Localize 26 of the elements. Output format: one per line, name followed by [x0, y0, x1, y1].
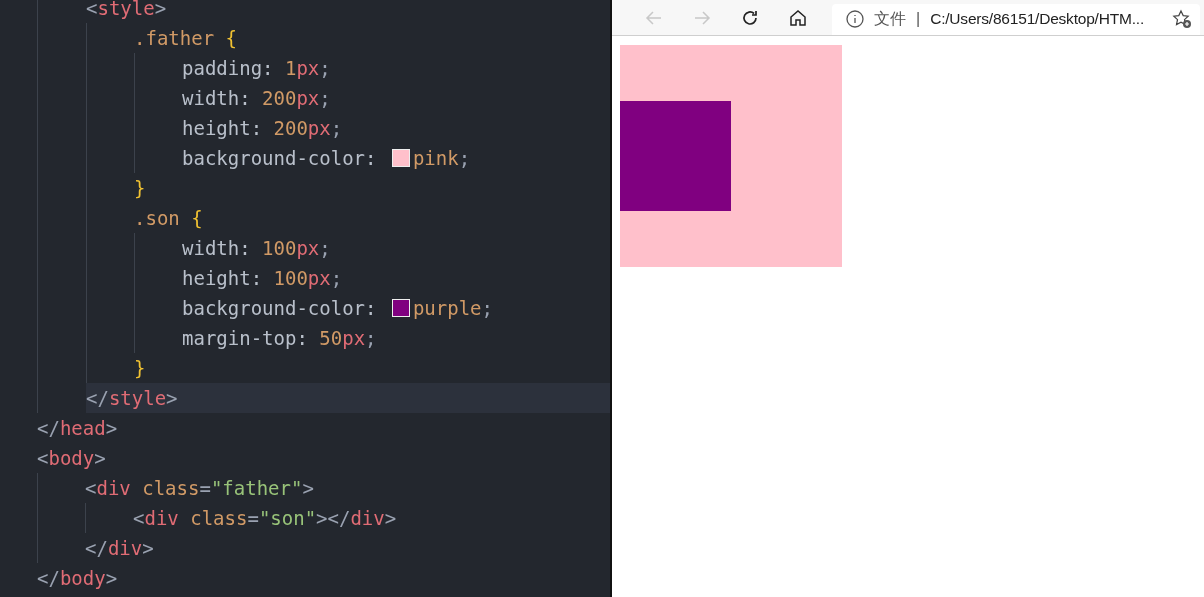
address-bar[interactable]: 文件 | C:/Users/86151/Desktop/HTM... [832, 3, 1200, 35]
scheme-label: 文件 [874, 8, 906, 29]
code-line: height: 200px; [182, 116, 344, 141]
code-line: width: 200px; [182, 86, 332, 111]
separator-text: | [916, 10, 921, 28]
code-line: .son { [134, 206, 204, 231]
code-line: } [134, 176, 147, 201]
code-line: </div> [85, 536, 155, 561]
code-line: background-color: pink; [182, 146, 472, 171]
code-line: background-color: purple; [182, 296, 494, 321]
code-line: width: 100px; [182, 236, 332, 261]
code-line: padding: 1px; [182, 56, 332, 81]
code-line: margin-top: 50px; [182, 326, 378, 351]
url-text: C:/Users/86151/Desktop/HTM... [930, 10, 1145, 28]
code-line: </head> [37, 416, 119, 441]
info-icon[interactable] [846, 10, 864, 28]
code-line: <div class="father"> [85, 476, 315, 501]
code-line: </body> [37, 566, 119, 591]
star-add-icon[interactable] [1172, 9, 1192, 29]
home-icon[interactable] [788, 7, 808, 28]
code-line: .father { [134, 26, 238, 51]
code-line: <div class="son"></div> [133, 506, 398, 531]
code-line: height: 100px; [182, 266, 344, 291]
code-line: <style> [86, 0, 168, 21]
code-line: <body> [37, 446, 107, 471]
code-line: } [134, 356, 147, 381]
